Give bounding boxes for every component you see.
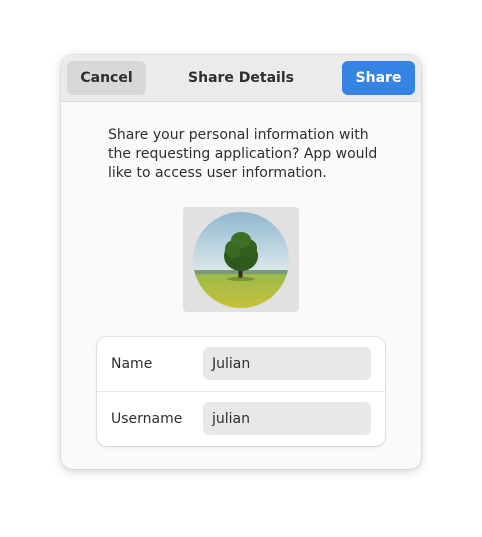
name-row: Name Julian: [97, 337, 385, 392]
share-details-dialog: Cancel Share Details Share Share your pe…: [61, 55, 421, 469]
username-field[interactable]: julian: [203, 402, 371, 435]
dialog-header: Cancel Share Details Share: [61, 55, 421, 102]
tree-landscape-avatar-icon: [193, 212, 289, 308]
username-row: Username julian: [97, 392, 385, 446]
user-info-list: Name Julian Username julian: [97, 337, 385, 446]
share-message: Share your personal information with the…: [108, 127, 378, 181]
cancel-button[interactable]: Cancel: [67, 61, 146, 95]
avatar-frame: [183, 207, 299, 312]
avatar: [193, 212, 289, 308]
name-label: Name: [111, 356, 153, 372]
share-button[interactable]: Share: [342, 61, 415, 95]
dialog-title: Share Details: [188, 70, 294, 86]
name-field[interactable]: Julian: [203, 347, 371, 380]
username-label: Username: [111, 411, 183, 427]
